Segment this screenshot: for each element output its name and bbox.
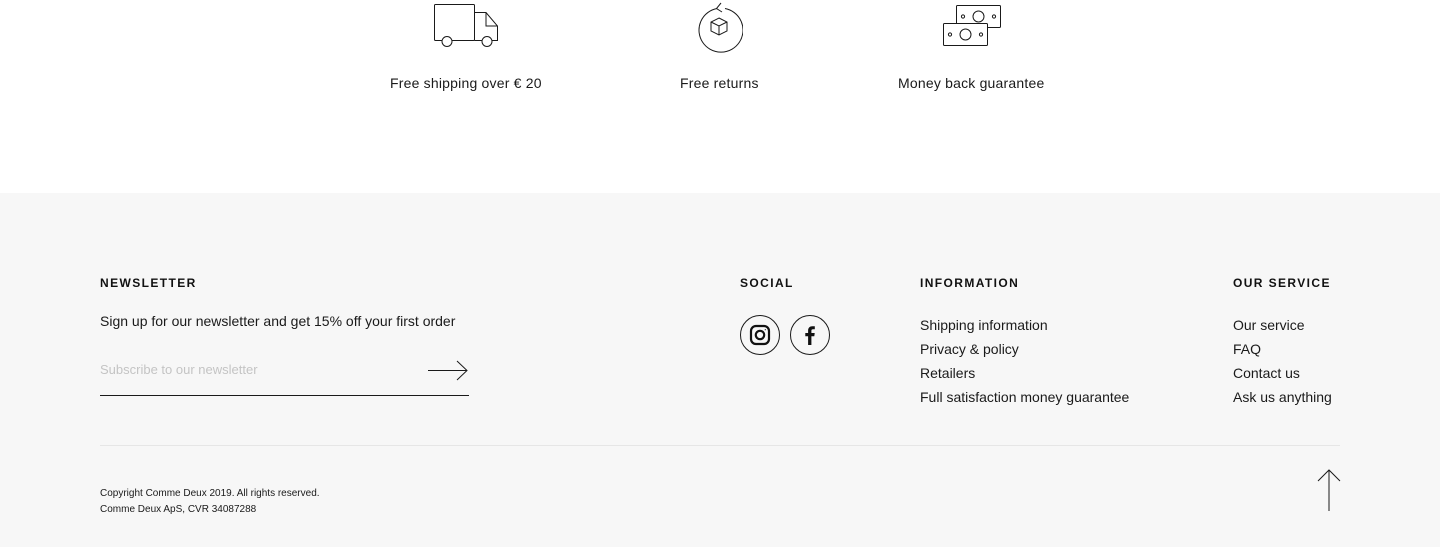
arrow-up-icon[interactable] xyxy=(1316,468,1342,512)
shipping-information-link[interactable]: Shipping information xyxy=(920,317,1048,333)
company-info-text: Comme Deux ApS, CVR 34087288 xyxy=(100,504,257,515)
service-heading: OUR SERVICE xyxy=(1233,276,1331,290)
contact-us-link[interactable]: Contact us xyxy=(1233,365,1300,381)
list-item: Privacy & policy xyxy=(920,337,1129,361)
arrow-right-icon[interactable] xyxy=(427,359,469,383)
newsletter-description: Sign up for our newsletter and get 15% o… xyxy=(100,313,456,329)
truck-icon xyxy=(434,4,498,47)
list-item: Our service xyxy=(1233,313,1332,337)
newsletter-form xyxy=(100,353,469,396)
faq-link[interactable]: FAQ xyxy=(1233,341,1261,357)
legal-text: Copyright Comme Deux 2019. All rights re… xyxy=(100,486,320,518)
ask-us-anything-link[interactable]: Ask us anything xyxy=(1233,389,1332,405)
instagram-link[interactable] xyxy=(740,315,780,355)
list-item: Full satisfaction money guarantee xyxy=(920,385,1129,409)
newsletter-heading: NEWSLETTER xyxy=(100,276,197,290)
usp-label: Money back guarantee xyxy=(898,75,1045,91)
list-item: Retailers xyxy=(920,361,1129,385)
copyright-text: Copyright Comme Deux 2019. All rights re… xyxy=(100,488,320,499)
information-links: Shipping information Privacy & policy Re… xyxy=(920,313,1129,409)
privacy-policy-link[interactable]: Privacy & policy xyxy=(920,341,1019,357)
returns-icon xyxy=(698,2,743,53)
footer-divider xyxy=(100,445,1340,446)
list-item: FAQ xyxy=(1233,337,1332,361)
social-heading: SOCIAL xyxy=(740,276,794,290)
information-heading: INFORMATION xyxy=(920,276,1020,290)
usp-label: Free returns xyxy=(680,75,759,91)
list-item: Ask us anything xyxy=(1233,385,1332,409)
usp-strip: Free shipping over € 20 Free returns Mon… xyxy=(0,0,1440,193)
usp-label: Free shipping over € 20 xyxy=(390,75,542,91)
newsletter-email-input[interactable] xyxy=(100,359,410,379)
money-icon xyxy=(943,5,1001,46)
site-footer: NEWSLETTER Sign up for our newsletter an… xyxy=(0,193,1440,547)
service-links: Our service FAQ Contact us Ask us anythi… xyxy=(1233,313,1332,409)
money-guarantee-link[interactable]: Full satisfaction money guarantee xyxy=(920,389,1129,405)
instagram-icon xyxy=(749,324,771,346)
list-item: Shipping information xyxy=(920,313,1129,337)
list-item: Contact us xyxy=(1233,361,1332,385)
retailers-link[interactable]: Retailers xyxy=(920,365,975,381)
facebook-icon xyxy=(805,326,815,345)
our-service-link[interactable]: Our service xyxy=(1233,317,1305,333)
facebook-link[interactable] xyxy=(790,315,830,355)
